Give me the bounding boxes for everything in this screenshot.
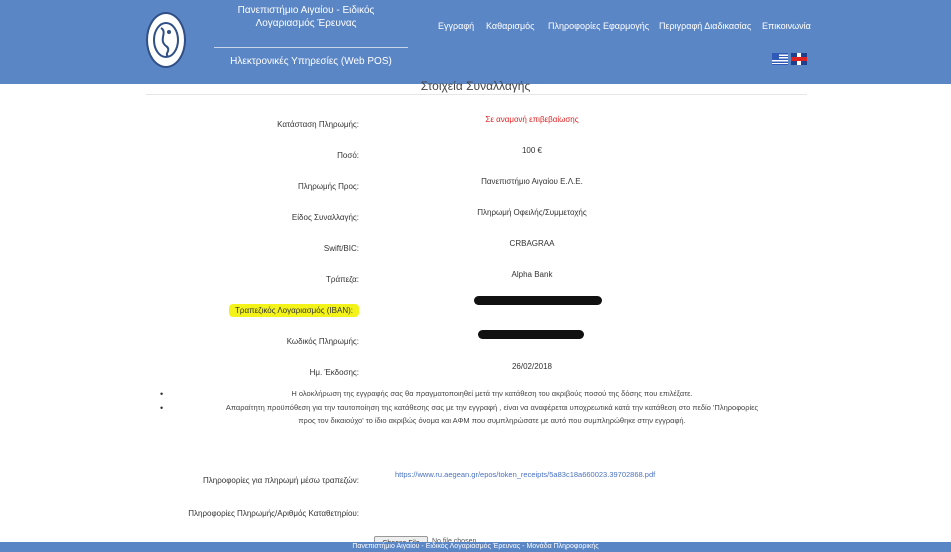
- value-payment-status: Σε αναμονή επιβεβαίωσης: [485, 115, 579, 124]
- value-amount: 100 €: [521, 146, 543, 155]
- payment-code-redaction: [478, 330, 584, 339]
- value-swift: CRBAGRAA: [509, 239, 555, 248]
- label-deposit-info: Πληροφορίες Πληρωμής/Αριθμός Καταθετηρίο…: [188, 509, 359, 518]
- institution-title[interactable]: Πανεπιστήμιο Αιγαίου - Ειδικός Λογαριασμ…: [214, 4, 398, 30]
- bullet-2: •: [160, 403, 164, 413]
- note-1: Η ολοκλήρωση της εγγραφής σας θα πραγματ…: [291, 389, 693, 398]
- label-payment-code: Κωδικός Πληρωμής:: [286, 337, 359, 346]
- value-payee: Πανεπιστήμιο Αιγαίου Ε.Λ.Ε.: [481, 177, 583, 186]
- bullet-1: •: [160, 389, 164, 399]
- nav-item-app-info[interactable]: Πληροφορίες Εφαρμογής: [548, 21, 649, 31]
- footer-bar: Πανεπιστήμιο Αιγαίου - Ειδικός Λογαριασμ…: [0, 542, 951, 552]
- label-swift: Swift/BIC:: [323, 244, 359, 253]
- service-subtitle[interactable]: Ηλεκτρονικές Υπηρεσίες (Web POS): [214, 56, 408, 67]
- label-issue-date: Ημ. Έκδοσης:: [309, 368, 359, 377]
- nav-item-contact[interactable]: Επικοινωνία: [762, 21, 811, 31]
- label-bank: Τράπεζα:: [326, 275, 359, 284]
- value-transaction-type: Πληρωμή Οφειλής/Συμμετοχής: [477, 208, 587, 217]
- top-header: Πανεπιστήμιο Αιγαίου - Ειδικός Λογαριασμ…: [0, 0, 951, 84]
- nav-item-register[interactable]: Εγγραφή: [438, 21, 474, 31]
- title-divider: [214, 47, 408, 48]
- label-payee: Πληρωμής Προς:: [297, 182, 359, 191]
- university-logo-icon[interactable]: [146, 12, 186, 68]
- label-amount: Ποσό:: [337, 151, 359, 160]
- nav-item-clear[interactable]: Καθαρισμός: [486, 21, 535, 31]
- label-iban: Τραπεζικός Λογαριασμός (IBAN):: [229, 304, 359, 317]
- label-transaction-type: Είδος Συναλλαγής:: [291, 213, 359, 222]
- section-divider: [146, 94, 807, 95]
- uk-flag-icon[interactable]: [791, 53, 807, 65]
- value-bank: Alpha Bank: [511, 270, 553, 279]
- label-payment-status: Κατάσταση Πληρωμής:: [277, 120, 359, 129]
- receipt-pdf-link[interactable]: https://www.ru.aegean.gr/epos/token_rece…: [395, 470, 655, 479]
- iban-redaction: [474, 296, 602, 305]
- nav-item-process[interactable]: Περιγραφή Διαδικασίας: [659, 21, 751, 31]
- note-2: Απαραίτητη προϋπόθεση για την ταυτοποίησ…: [225, 403, 759, 425]
- value-issue-date: 26/02/2018: [511, 362, 553, 371]
- section-title: Στοιχεία Συναλλαγής: [420, 79, 531, 93]
- label-bank-payment-info: Πληροφορίες για πληρωμή μέσω τραπεζών:: [203, 476, 359, 485]
- greek-flag-icon[interactable]: [772, 53, 788, 65]
- iban-highlight: Τραπεζικός Λογαριασμός (IBAN):: [229, 304, 359, 317]
